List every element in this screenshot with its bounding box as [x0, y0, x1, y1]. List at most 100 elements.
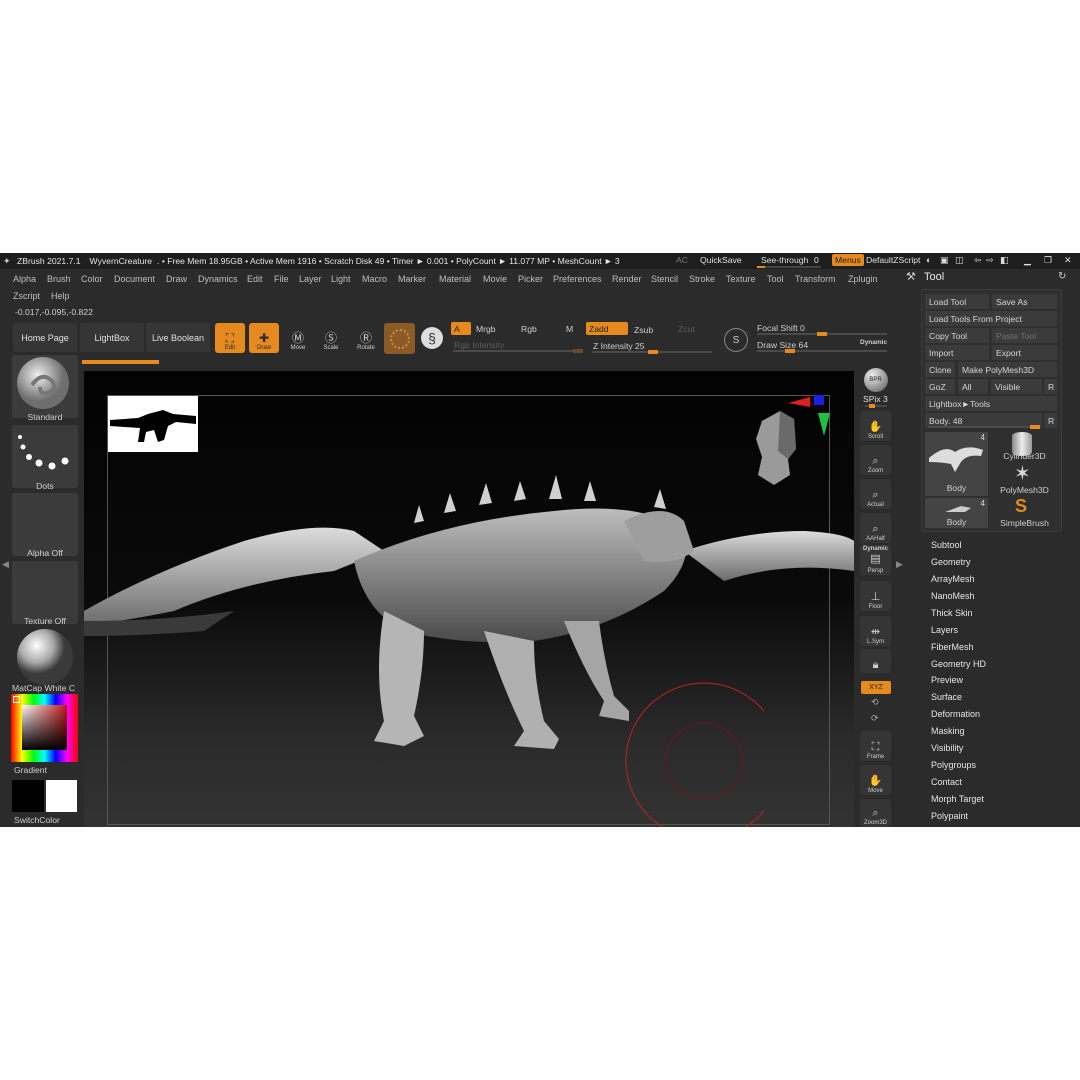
clone-button[interactable]: Clone: [925, 362, 955, 377]
main-color-swatch[interactable]: [46, 780, 77, 812]
swatch-icon[interactable]: ◐: [926, 255, 931, 265]
actual-button[interactable]: ⌕ Actual: [860, 479, 891, 509]
quicksave-button[interactable]: QuickSave: [700, 255, 742, 265]
menu-light[interactable]: Light: [331, 274, 351, 284]
rotate-y-icon[interactable]: ⟲: [871, 697, 879, 708]
cylinder3d-label[interactable]: Cylinder3D: [992, 451, 1057, 461]
color-picker[interactable]: [11, 694, 78, 762]
right-tray-arrow-icon[interactable]: ▶: [896, 559, 903, 570]
menu-edit[interactable]: Edit: [247, 274, 263, 284]
ac-label[interactable]: AC: [676, 255, 688, 265]
load-tool-button[interactable]: Load Tool: [925, 294, 989, 309]
menus-button[interactable]: Menus: [832, 254, 864, 266]
next-layout-icon[interactable]: ⇨: [986, 255, 994, 266]
goz-visible-button[interactable]: Visible: [991, 379, 1042, 394]
z-intensity-slider[interactable]: [592, 350, 712, 354]
subpalette-arraymesh[interactable]: ArrayMesh: [931, 574, 975, 584]
layout-toggle-icon[interactable]: ◧: [1000, 255, 1009, 266]
menu-material[interactable]: Material: [439, 274, 471, 284]
see-through-label[interactable]: See-through: [761, 255, 808, 265]
subpalette-deformation[interactable]: Deformation: [931, 709, 980, 719]
menu-picker[interactable]: Picker: [518, 274, 543, 284]
spix-slider[interactable]: [865, 404, 887, 408]
menu-marker[interactable]: Marker: [398, 274, 426, 284]
menu-zscript[interactable]: Zscript: [13, 291, 40, 301]
color-saturation-square[interactable]: [22, 705, 67, 750]
zcut-toggle[interactable]: Zcut: [675, 322, 717, 335]
zoom-button[interactable]: ⌕ Zoom: [860, 445, 891, 475]
menu-stroke[interactable]: Stroke: [689, 274, 715, 284]
lightbox-tools-button[interactable]: Lightbox►Tools: [925, 396, 1057, 411]
color-icon[interactable]: ▣: [940, 255, 949, 266]
scale-button[interactable]: Ⓢ Scale: [316, 323, 346, 353]
texture-selector[interactable]: [12, 561, 78, 624]
menu-macro[interactable]: Macro: [362, 274, 387, 284]
restore-icon[interactable]: ❐: [1044, 255, 1052, 266]
save-as-button[interactable]: Save As: [992, 294, 1057, 309]
focal-shift-slider[interactable]: [757, 332, 887, 336]
spix-label[interactable]: SPix 3: [863, 394, 888, 404]
brush-selector[interactable]: [12, 355, 78, 418]
zsub-toggle[interactable]: Zsub: [631, 323, 673, 336]
gradient-label[interactable]: Gradient: [14, 765, 80, 775]
a-toggle[interactable]: A: [451, 322, 471, 335]
subpalette-polygroups[interactable]: Polygroups: [931, 760, 976, 770]
document-canvas[interactable]: [84, 371, 854, 827]
stroke-selector[interactable]: [12, 425, 78, 488]
mrgb-toggle[interactable]: Mrgb: [473, 322, 513, 335]
menu-dynamics[interactable]: Dynamics: [198, 274, 238, 284]
layout-icon[interactable]: ◫: [955, 255, 964, 266]
rgb-toggle[interactable]: Rgb: [518, 322, 558, 335]
simplebrush-label[interactable]: SimpleBrush: [992, 518, 1057, 528]
polymesh3d-label[interactable]: PolyMesh3D: [992, 485, 1057, 495]
subpalette-fibermesh[interactable]: FiberMesh: [931, 642, 974, 652]
menu-document[interactable]: Document: [114, 274, 155, 284]
palette-reset-icon[interactable]: ↻: [1058, 271, 1066, 282]
rotate-z-icon[interactable]: ⟳: [871, 713, 879, 724]
menu-tool[interactable]: Tool: [767, 274, 784, 284]
menu-texture[interactable]: Texture: [726, 274, 756, 284]
menu-alpha[interactable]: Alpha: [13, 274, 36, 284]
menu-preferences[interactable]: Preferences: [553, 274, 602, 284]
subpalette-masking[interactable]: Masking: [931, 726, 965, 736]
scroll-button[interactable]: ✋ Scroll: [860, 411, 891, 441]
subpalette-subtool[interactable]: Subtool: [931, 540, 962, 550]
minimize-icon[interactable]: ▁: [1024, 255, 1031, 266]
menu-stencil[interactable]: Stencil: [651, 274, 678, 284]
switch-color-label[interactable]: SwitchColor: [14, 815, 80, 825]
menu-transform[interactable]: Transform: [795, 274, 836, 284]
simplebrush-icon[interactable]: S: [1015, 497, 1027, 515]
subpalette-layers[interactable]: Layers: [931, 625, 958, 635]
dynamic-toggle[interactable]: Dynamic: [860, 339, 887, 346]
export-button[interactable]: Export: [992, 345, 1057, 360]
default-zscript-button[interactable]: DefaultZScript: [866, 255, 920, 265]
move-button[interactable]: Ⓜ Move: [283, 323, 313, 353]
alpha-selector[interactable]: [12, 493, 78, 556]
edit-button[interactable]: ⛶ Edit: [215, 323, 245, 353]
see-through-slider[interactable]: [757, 266, 821, 268]
brush-spiral-icon[interactable]: §: [421, 327, 443, 349]
xyz-toggle[interactable]: XYZ: [861, 681, 891, 694]
m-toggle[interactable]: M: [563, 322, 583, 335]
bpr-button[interactable]: BPR: [860, 363, 891, 393]
prev-layout-icon[interactable]: ⇦: [974, 255, 982, 266]
goz-button[interactable]: GoZ: [925, 379, 955, 394]
subpalette-contact[interactable]: Contact: [931, 777, 962, 787]
tool-thumb-body-2[interactable]: 4 Body: [925, 498, 988, 528]
lock-button[interactable]: 🔒︎: [860, 649, 891, 673]
menu-zplugin[interactable]: Zplugin: [848, 274, 878, 284]
rotate-button[interactable]: Ⓡ Rotate: [351, 323, 381, 353]
move-view-button[interactable]: ✋ Move: [860, 765, 891, 795]
make-polymesh3d-button[interactable]: Make PolyMesh3D: [958, 362, 1057, 377]
persp-button[interactable]: Dynamic ▤ Persp: [860, 545, 891, 575]
goz-r-button[interactable]: R: [1044, 379, 1057, 394]
subpalette-morph-target[interactable]: Morph Target: [931, 794, 984, 804]
lsym-button[interactable]: ⇹ L.Sym: [860, 616, 891, 646]
load-tools-from-project-button[interactable]: Load Tools From Project: [925, 311, 1057, 326]
left-tray-arrow-icon[interactable]: ◀: [2, 559, 9, 570]
live-boolean-button[interactable]: Live Boolean: [146, 323, 210, 352]
subpalette-visibility[interactable]: Visibility: [931, 743, 963, 753]
zadd-toggle[interactable]: Zadd: [586, 322, 628, 335]
material-color-swatch[interactable]: [384, 323, 415, 354]
menu-brush[interactable]: Brush: [47, 274, 71, 284]
